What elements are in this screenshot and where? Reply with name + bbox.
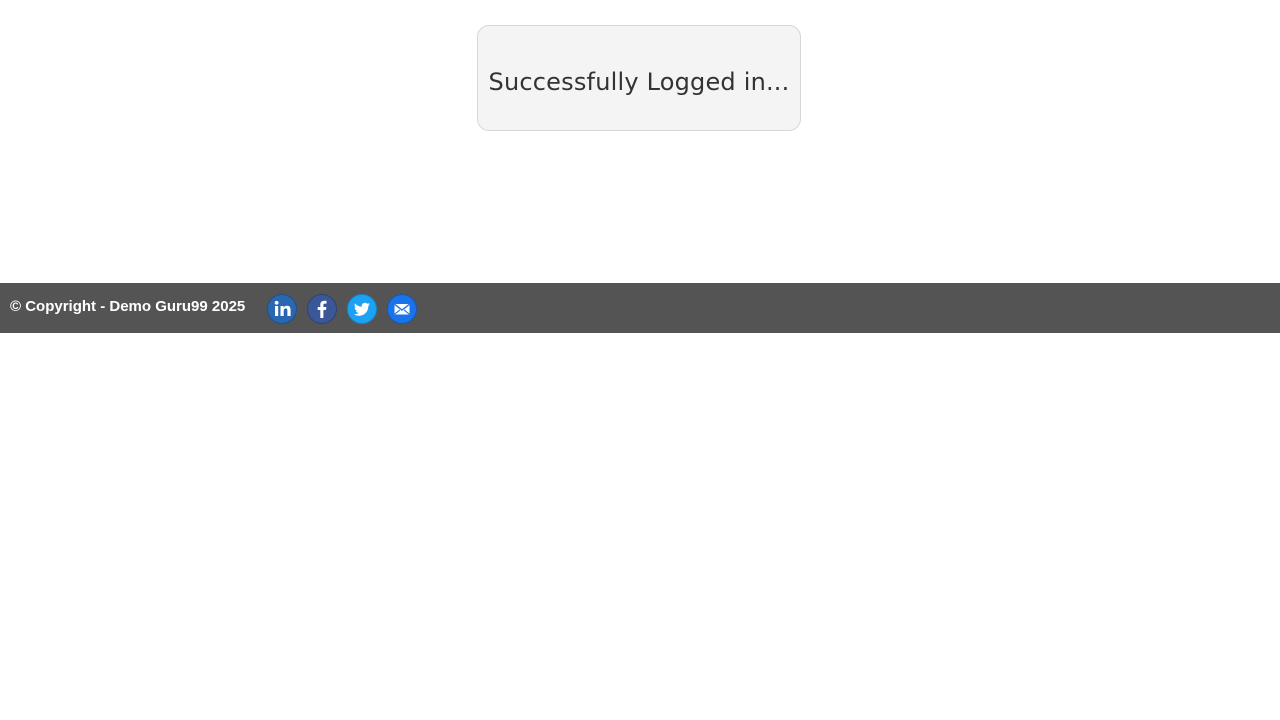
email-link[interactable] [387,293,418,324]
twitter-icon [347,293,378,324]
linkedin-icon [267,293,298,324]
facebook-link[interactable] [307,293,338,324]
success-message-box: Successfully Logged in... [477,25,801,131]
copyright-text: © Copyright - Demo Guru99 2025 [10,297,246,315]
email-icon [387,293,418,324]
footer: © Copyright - Demo Guru99 2025 [0,283,1280,333]
linkedin-link[interactable] [267,293,298,324]
facebook-icon [307,293,338,324]
success-message: Successfully Logged in... [488,68,790,96]
page: Successfully Logged in... © Copyright - … [0,0,1280,720]
social-links [267,293,418,324]
twitter-link[interactable] [347,293,378,324]
